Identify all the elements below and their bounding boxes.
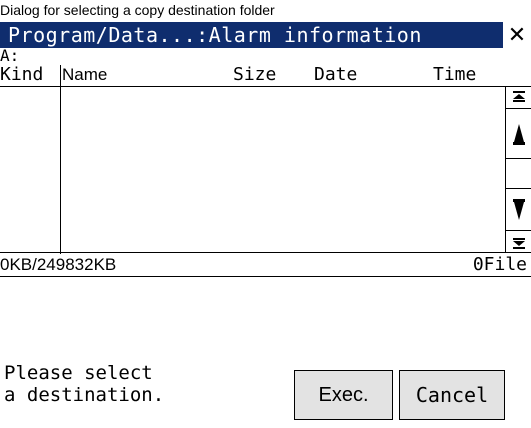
column-header-time[interactable]: Time — [433, 64, 476, 86]
figure-caption: Dialog for selecting a copy destination … — [0, 2, 275, 18]
copy-destination-dialog: Program/Data...:Alarm information ✕ A: K… — [0, 22, 531, 428]
dialog-titlebar: Program/Data...:Alarm information ✕ — [0, 22, 531, 48]
column-header-size[interactable]: Size — [233, 64, 276, 86]
file-count: 0File — [472, 254, 527, 275]
close-icon: ✕ — [507, 22, 527, 48]
scroll-track[interactable] — [506, 159, 531, 189]
column-header-date[interactable]: Date — [314, 64, 357, 86]
close-button[interactable]: ✕ — [501, 22, 531, 48]
scroll-up-icon — [512, 123, 525, 145]
storage-usage: 0KB/249832KB — [0, 255, 117, 274]
scroll-down-button[interactable] — [506, 189, 531, 231]
storage-status-bar: 0KB/249832KB 0File — [0, 254, 531, 277]
instruction-line-2: a destination. — [4, 384, 165, 406]
dialog-title: Program/Data...:Alarm information — [8, 23, 422, 47]
instruction-message: Please select a destination. — [4, 362, 164, 406]
column-header-kind[interactable]: Kind — [0, 64, 43, 86]
file-list-scrollbar[interactable] — [506, 86, 531, 253]
exec-button[interactable]: Exec. — [294, 370, 393, 420]
drive-label: A: — [0, 46, 20, 65]
scroll-to-bottom-icon — [512, 237, 525, 249]
column-header-name[interactable]: Name — [62, 64, 107, 86]
kind-column-divider — [60, 65, 61, 254]
file-list-header: Kind Name Size Date Time — [0, 64, 531, 86]
scroll-to-bottom-button[interactable] — [506, 231, 531, 252]
instruction-line-1: Please select — [4, 362, 153, 384]
scroll-to-top-icon — [512, 90, 525, 102]
scroll-down-icon — [512, 198, 525, 220]
file-list[interactable] — [0, 65, 506, 254]
scroll-to-top-button[interactable] — [506, 87, 531, 109]
cancel-button[interactable]: Cancel — [399, 370, 505, 420]
scroll-up-button[interactable] — [506, 109, 531, 159]
